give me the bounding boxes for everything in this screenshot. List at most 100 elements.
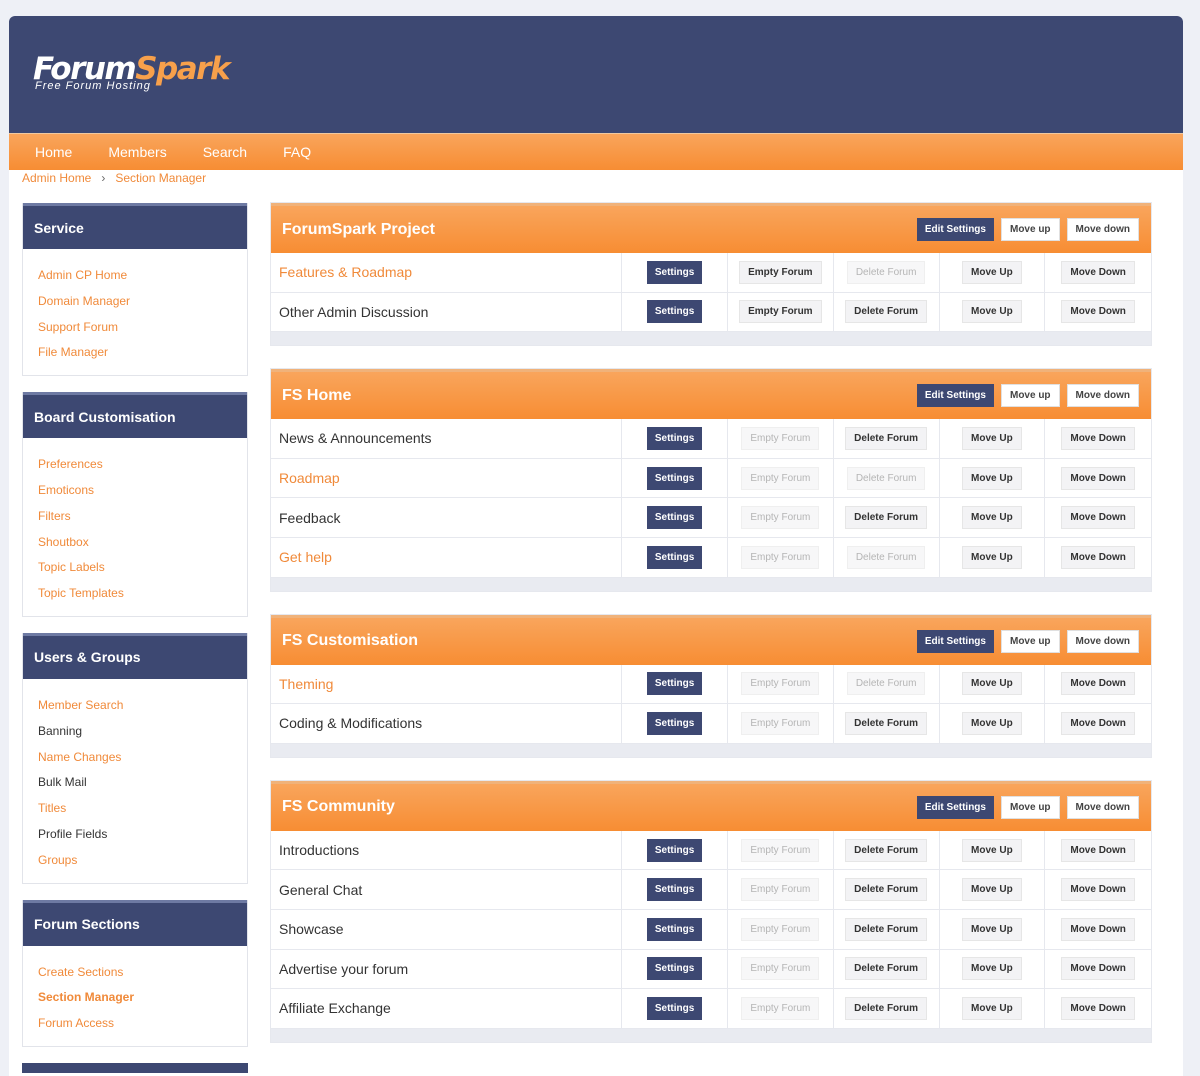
breadcrumb-admin-home[interactable]: Admin Home (22, 171, 91, 185)
edit-settings-button[interactable]: Edit Settings (916, 629, 994, 653)
section-move-up-button[interactable]: Move up (1000, 795, 1060, 819)
forum-settings-button[interactable]: Settings (646, 957, 703, 981)
nav-members[interactable]: Members (108, 144, 166, 160)
forum-name[interactable]: Other Admin Discussion (271, 292, 623, 332)
forum-name[interactable]: Roadmap (271, 458, 623, 498)
forum-settings-button[interactable]: Settings (646, 506, 703, 530)
sidebar-item-admin-cp-home[interactable]: Admin CP Home (38, 263, 247, 289)
sidebar-item-topic-templates[interactable]: Topic Templates (38, 581, 247, 607)
sidebar-item-profile-fields[interactable]: Profile Fields (38, 822, 247, 848)
breadcrumb-section-manager[interactable]: Section Manager (115, 171, 206, 185)
forum-name[interactable]: Showcase (271, 909, 623, 949)
section-move-down-button[interactable]: Move down (1066, 218, 1139, 241)
forum-settings-button[interactable]: Settings (646, 426, 703, 450)
forum-name[interactable]: Features & Roadmap (271, 253, 623, 292)
forum-settings-button[interactable]: Settings (646, 545, 703, 569)
sidebar-item-bulk-mail[interactable]: Bulk Mail (38, 770, 247, 796)
edit-settings-button[interactable]: Edit Settings (916, 795, 994, 819)
sidebar-item-filters[interactable]: Filters (38, 504, 247, 530)
forum-settings-button[interactable]: Settings (646, 300, 703, 324)
sidebar-item-name-changes[interactable]: Name Changes (38, 745, 247, 771)
forum-move-up-button[interactable]: Move Up (962, 466, 1022, 490)
delete-forum-button[interactable]: Delete Forum (845, 957, 928, 981)
delete-forum-button[interactable]: Delete Forum (845, 878, 928, 902)
forum-move-up-button[interactable]: Move Up (962, 545, 1022, 569)
forumspark-logo[interactable]: ForumSpark Free Forum Hosting (33, 52, 231, 92)
delete-forum-button[interactable]: Delete Forum (845, 300, 928, 324)
forum-name[interactable]: Get help (271, 537, 623, 577)
forum-move-up-button[interactable]: Move Up (962, 957, 1022, 981)
forum-name[interactable]: Theming (271, 664, 623, 704)
forum-name[interactable]: Advertise your forum (271, 949, 623, 989)
forum-move-up-button[interactable]: Move Up (962, 672, 1022, 696)
forum-move-down-button[interactable]: Move Down (1061, 917, 1135, 941)
forum-move-down-button[interactable]: Move Down (1061, 996, 1135, 1020)
forum-move-down-button[interactable]: Move Down (1061, 300, 1135, 324)
forum-move-down-button[interactable]: Move Down (1061, 957, 1135, 981)
sidebar-item-domain-manager[interactable]: Domain Manager (38, 289, 247, 315)
forum-move-down-button[interactable]: Move Down (1061, 506, 1135, 530)
forum-move-up-button[interactable]: Move Up (962, 838, 1022, 862)
forum-name[interactable]: Introductions (271, 830, 623, 870)
delete-forum-button[interactable]: Delete Forum (845, 917, 928, 941)
forum-move-up-button[interactable]: Move Up (962, 426, 1022, 450)
sidebar-item-banning[interactable]: Banning (38, 719, 247, 745)
forum-name[interactable]: Feedback (271, 498, 623, 537)
section-move-down-button[interactable]: Move down (1066, 384, 1139, 408)
section-move-up-button[interactable]: Move up (1000, 218, 1060, 241)
empty-forum-button[interactable]: Empty Forum (739, 300, 822, 324)
delete-forum-button[interactable]: Delete Forum (845, 838, 928, 862)
sidebar-item-shoutbox[interactable]: Shoutbox (38, 530, 247, 556)
sidebar-item-forum-access[interactable]: Forum Access (38, 1011, 247, 1037)
delete-forum-button[interactable]: Delete Forum (845, 426, 928, 450)
sidebar-item-titles[interactable]: Titles (38, 796, 247, 822)
forum-settings-button[interactable]: Settings (646, 711, 703, 735)
sidebar-item-member-search[interactable]: Member Search (38, 693, 247, 719)
forum-move-up-button[interactable]: Move Up (962, 878, 1022, 902)
forum-settings-button[interactable]: Settings (646, 466, 703, 490)
forum-move-down-button[interactable]: Move Down (1061, 672, 1135, 696)
forum-settings-button[interactable]: Settings (646, 672, 703, 696)
forum-name[interactable]: General Chat (271, 870, 623, 909)
forum-move-down-button[interactable]: Move Down (1061, 260, 1135, 284)
section-move-down-button[interactable]: Move down (1066, 795, 1139, 819)
nav-search[interactable]: Search (203, 144, 247, 160)
forum-settings-button[interactable]: Settings (646, 878, 703, 902)
forum-settings-button[interactable]: Settings (646, 838, 703, 862)
forum-move-up-button[interactable]: Move Up (962, 300, 1022, 324)
section-move-up-button[interactable]: Move up (1000, 384, 1060, 408)
forum-move-down-button[interactable]: Move Down (1061, 838, 1135, 862)
forum-move-up-button[interactable]: Move Up (962, 260, 1022, 284)
delete-forum-button[interactable]: Delete Forum (845, 506, 928, 530)
edit-settings-button[interactable]: Edit Settings (916, 218, 994, 241)
edit-settings-button[interactable]: Edit Settings (916, 384, 994, 408)
nav-home[interactable]: Home (35, 144, 72, 160)
forum-settings-button[interactable]: Settings (646, 260, 703, 284)
sidebar-item-support-forum[interactable]: Support Forum (38, 315, 247, 341)
empty-forum-button[interactable]: Empty Forum (739, 260, 822, 284)
forum-settings-button[interactable]: Settings (646, 917, 703, 941)
sidebar-item-topic-labels[interactable]: Topic Labels (38, 555, 247, 581)
forum-move-down-button[interactable]: Move Down (1061, 426, 1135, 450)
forum-move-up-button[interactable]: Move Up (962, 996, 1022, 1020)
section-move-down-button[interactable]: Move down (1066, 629, 1139, 653)
forum-move-down-button[interactable]: Move Down (1061, 878, 1135, 902)
sidebar-item-create-sections[interactable]: Create Sections (38, 960, 247, 986)
forum-move-up-button[interactable]: Move Up (962, 917, 1022, 941)
sidebar-item-section-manager[interactable]: Section Manager (38, 985, 247, 1011)
forum-move-down-button[interactable]: Move Down (1061, 711, 1135, 735)
sidebar-item-preferences[interactable]: Preferences (38, 452, 247, 478)
forum-move-up-button[interactable]: Move Up (962, 711, 1022, 735)
sidebar-item-emoticons[interactable]: Emoticons (38, 478, 247, 504)
delete-forum-button[interactable]: Delete Forum (845, 996, 928, 1020)
forum-name[interactable]: News & Announcements (271, 419, 623, 458)
sidebar-item-groups[interactable]: Groups (38, 848, 247, 874)
section-move-up-button[interactable]: Move up (1000, 629, 1060, 653)
forum-move-down-button[interactable]: Move Down (1061, 466, 1135, 490)
forum-name[interactable]: Coding & Modifications (271, 704, 623, 743)
forum-name[interactable]: Affiliate Exchange (271, 989, 623, 1028)
sidebar-item-file-manager[interactable]: File Manager (38, 340, 247, 366)
forum-move-up-button[interactable]: Move Up (962, 506, 1022, 530)
delete-forum-button[interactable]: Delete Forum (845, 711, 928, 735)
forum-move-down-button[interactable]: Move Down (1061, 545, 1135, 569)
